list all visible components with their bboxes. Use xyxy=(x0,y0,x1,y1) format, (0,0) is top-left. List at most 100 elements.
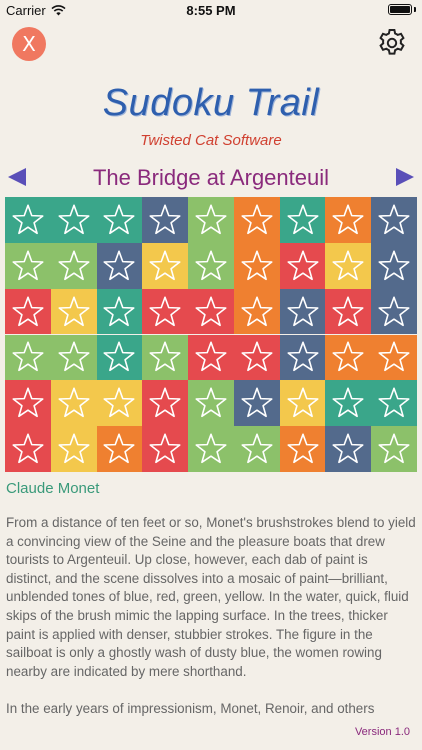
grid-cell[interactable] xyxy=(233,288,280,335)
grid-cell[interactable] xyxy=(371,288,417,335)
grid-cell[interactable] xyxy=(325,242,372,289)
grid-cell[interactable] xyxy=(279,426,326,472)
grid-cell[interactable] xyxy=(325,380,372,427)
grid-cell[interactable] xyxy=(5,197,51,243)
star-icon xyxy=(241,250,273,280)
grid-cell[interactable] xyxy=(233,426,280,472)
grid-cell[interactable] xyxy=(142,334,189,381)
grid-cell[interactable] xyxy=(371,380,417,427)
version-label: Version 1.0 xyxy=(354,726,410,738)
grid-cell[interactable] xyxy=(188,242,234,289)
grid-cell[interactable] xyxy=(325,334,372,381)
grid-cell[interactable] xyxy=(371,426,417,472)
star-icon xyxy=(103,433,135,464)
grid-cell[interactable] xyxy=(279,380,326,427)
star-icon xyxy=(286,387,319,418)
star-icon xyxy=(58,250,90,280)
close-button[interactable]: X xyxy=(12,27,46,61)
star-icon xyxy=(332,341,364,372)
grid-cell[interactable] xyxy=(5,380,51,427)
grid-cell[interactable] xyxy=(96,426,143,472)
grid-cell[interactable] xyxy=(50,334,97,381)
star-icon xyxy=(332,204,364,235)
star-icon xyxy=(12,250,44,280)
grid-cell[interactable] xyxy=(325,197,372,243)
star-icon xyxy=(241,433,273,464)
grid-cell[interactable] xyxy=(142,288,189,335)
star-icon xyxy=(149,341,181,372)
grid-cell[interactable] xyxy=(50,380,97,427)
star-icon xyxy=(195,433,227,464)
star-icon xyxy=(286,341,319,372)
star-icon xyxy=(195,341,227,372)
star-icon xyxy=(378,296,410,326)
star-icon xyxy=(58,387,90,418)
grid-cell[interactable] xyxy=(371,334,417,381)
star-icon xyxy=(195,204,227,235)
star-icon xyxy=(12,296,44,326)
grid-cell[interactable] xyxy=(96,380,143,427)
grid-cell[interactable] xyxy=(96,197,143,243)
grid-cell[interactable] xyxy=(5,334,51,381)
grid-cell[interactable] xyxy=(50,242,97,289)
grid-cell[interactable] xyxy=(50,426,97,472)
grid-cell[interactable] xyxy=(233,334,280,381)
star-icon xyxy=(241,204,273,235)
grid-cell[interactable] xyxy=(325,426,372,472)
grid-cell[interactable] xyxy=(233,380,280,427)
gear-icon[interactable] xyxy=(376,27,408,59)
star-icon xyxy=(149,204,181,235)
star-icon xyxy=(332,296,364,326)
star-icon xyxy=(58,341,90,372)
next-arrow-icon[interactable] xyxy=(396,168,414,186)
star-icon xyxy=(103,341,135,372)
grid-cell[interactable] xyxy=(5,242,51,289)
grid-cell[interactable] xyxy=(50,197,97,243)
grid-cell[interactable] xyxy=(233,242,280,289)
grid-cell[interactable] xyxy=(142,426,189,472)
grid-cell[interactable] xyxy=(188,334,234,381)
artist-name: Claude Monet xyxy=(6,480,100,497)
star-icon xyxy=(58,433,90,464)
grid-cell[interactable] xyxy=(279,242,326,289)
puzzle-title: The Bridge at Argenteuil xyxy=(92,165,330,190)
star-icon xyxy=(103,296,135,326)
status-time: 8:55 PM xyxy=(186,3,236,18)
star-icon xyxy=(58,204,90,235)
grid-cell[interactable] xyxy=(188,197,234,243)
star-icon xyxy=(378,204,410,235)
star-icon xyxy=(286,433,319,464)
star-icon xyxy=(378,341,410,372)
star-icon xyxy=(378,250,410,280)
grid-cell[interactable] xyxy=(371,242,417,289)
grid-cell[interactable] xyxy=(188,426,234,472)
app-logo-title: Sudoku Trail xyxy=(102,82,320,124)
grid-cell[interactable] xyxy=(96,334,143,381)
grid-cell[interactable] xyxy=(96,242,143,289)
grid-cell[interactable] xyxy=(142,197,189,243)
puzzle-nav: The Bridge at Argenteuil xyxy=(0,163,422,195)
star-icon xyxy=(149,433,181,464)
grid-cell[interactable] xyxy=(5,288,51,335)
star-icon xyxy=(378,433,410,464)
puzzle-grid xyxy=(5,197,417,472)
grid-cell[interactable] xyxy=(325,288,372,335)
grid-cell[interactable] xyxy=(279,197,326,243)
star-icon xyxy=(195,296,227,326)
grid-cell[interactable] xyxy=(142,242,189,289)
grid-cell[interactable] xyxy=(188,380,234,427)
grid-cell[interactable] xyxy=(5,426,51,472)
grid-cell[interactable] xyxy=(142,380,189,427)
star-icon xyxy=(241,341,273,372)
grid-cell[interactable] xyxy=(371,197,417,243)
grid-cell[interactable] xyxy=(188,288,234,335)
star-icon xyxy=(12,204,44,235)
status-bar: Carrier 8:55 PM xyxy=(0,0,422,22)
star-icon xyxy=(332,250,364,280)
grid-cell[interactable] xyxy=(279,334,326,381)
grid-cell[interactable] xyxy=(233,197,280,243)
star-icon xyxy=(103,250,135,280)
grid-cell[interactable] xyxy=(50,288,97,335)
grid-cell[interactable] xyxy=(279,288,326,335)
grid-cell[interactable] xyxy=(96,288,143,335)
